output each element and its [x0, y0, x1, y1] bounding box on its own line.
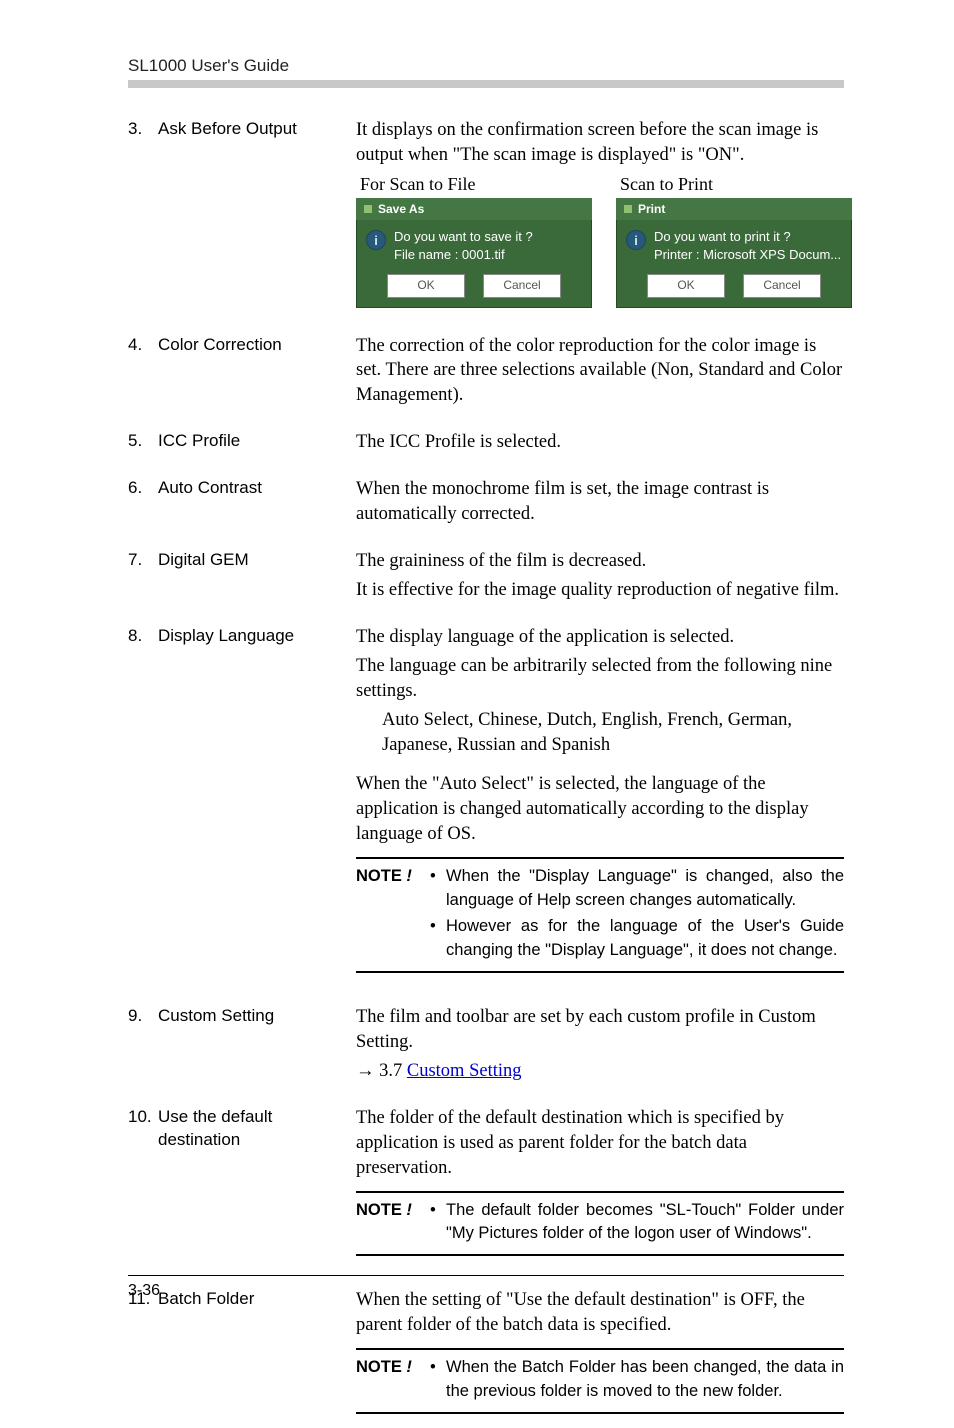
- note-box: NOTE ! The default folder becomes "SL-To…: [356, 1191, 844, 1257]
- item-num: 9.: [128, 1005, 158, 1088]
- dialog-titlebar: Print: [616, 198, 852, 220]
- ok-button[interactable]: OK: [647, 274, 725, 298]
- note-box: NOTE ! When the "Display Language" is ch…: [356, 857, 844, 973]
- ok-button[interactable]: OK: [387, 274, 465, 298]
- dialog-caption: For Scan to File: [360, 172, 592, 196]
- note-item: However as for the language of the User'…: [430, 915, 844, 963]
- item-label: Digital GEM: [158, 549, 356, 607]
- item-text: It displays on the confirmation screen b…: [356, 118, 852, 168]
- note-label-excl: !: [402, 1358, 412, 1376]
- note-box: NOTE ! When the Batch Folder has been ch…: [356, 1348, 844, 1414]
- item-label: Ask Before Output: [158, 118, 356, 316]
- item-num: 4.: [128, 334, 158, 413]
- item-num: 7.: [128, 549, 158, 607]
- info-icon: i: [366, 230, 386, 250]
- item-num: 8.: [128, 625, 158, 986]
- note-label: NOTE: [356, 1358, 402, 1376]
- item-num: 11.: [128, 1288, 158, 1428]
- doc-header: SL1000 User's Guide: [128, 56, 844, 76]
- note-label: NOTE: [356, 867, 402, 885]
- note-label: NOTE: [356, 1201, 402, 1219]
- note-item: The default folder becomes "SL-Touch" Fo…: [430, 1199, 844, 1247]
- window-icon: [364, 205, 372, 213]
- print-dialog: Print i Do you want to print it ? Printe…: [616, 198, 852, 307]
- header-rule: [128, 80, 844, 88]
- item-label: Auto Contrast: [158, 477, 356, 531]
- dialog-caption: Scan to Print: [620, 172, 852, 196]
- item-label: Color Correction: [158, 334, 356, 413]
- dialog-title: Print: [638, 201, 665, 217]
- note-label-excl: !: [402, 867, 412, 885]
- item-text: The folder of the default destination wh…: [356, 1106, 844, 1181]
- item-text: The graininess of the film is decreased.: [356, 549, 844, 574]
- item-label: Custom Setting: [158, 1005, 356, 1088]
- dialog-title: Save As: [378, 201, 424, 217]
- item-text: The ICC Profile is selected.: [356, 430, 844, 455]
- item-text-indent: Auto Select, Chinese, Dutch, English, Fr…: [356, 708, 844, 758]
- dialog-msg: Do you want to save it ?: [394, 228, 533, 246]
- info-icon: i: [626, 230, 646, 250]
- page-footer: 3-36: [128, 1275, 844, 1300]
- item-text: The film and toolbar are set by each cus…: [356, 1005, 844, 1055]
- item-num: 6.: [128, 477, 158, 531]
- crossref-arrow: → 3.7: [356, 1061, 407, 1081]
- item-text: The display language of the application …: [356, 625, 844, 650]
- item-text: The language can be arbitrarily selected…: [356, 654, 844, 704]
- dialog-titlebar: Save As: [356, 198, 592, 220]
- item-num: 5.: [128, 430, 158, 459]
- item-num: 10.: [128, 1106, 158, 1271]
- window-icon: [624, 205, 632, 213]
- item-label: Display Language: [158, 625, 356, 986]
- dialog-msg: Do you want to print it ?: [654, 228, 841, 246]
- item-num: 3.: [128, 118, 158, 316]
- dialog-msg: File name : 0001.tif: [394, 246, 533, 264]
- item-text: When the monochrome film is set, the ima…: [356, 477, 844, 527]
- item-text: It is effective for the image quality re…: [356, 578, 844, 603]
- note-label-excl: !: [402, 1201, 412, 1219]
- note-item: When the "Display Language" is changed, …: [430, 865, 844, 913]
- custom-setting-link[interactable]: Custom Setting: [407, 1061, 522, 1081]
- note-item: When the Batch Folder has been changed, …: [430, 1356, 844, 1404]
- page-number: 3-36: [128, 1282, 844, 1300]
- item-label: Use the default destination: [158, 1106, 356, 1271]
- dialog-msg: Printer : Microsoft XPS Docum...: [654, 246, 841, 264]
- item-label: Batch Folder: [158, 1288, 356, 1428]
- item-crossref: → 3.7 Custom Setting: [356, 1059, 844, 1084]
- cancel-button[interactable]: Cancel: [743, 274, 821, 298]
- item-label: ICC Profile: [158, 430, 356, 459]
- cancel-button[interactable]: Cancel: [483, 274, 561, 298]
- item-text: The correction of the color reproduction…: [356, 334, 844, 409]
- saveas-dialog: Save As i Do you want to save it ? File …: [356, 198, 592, 307]
- item-text: When the "Auto Select" is selected, the …: [356, 772, 844, 847]
